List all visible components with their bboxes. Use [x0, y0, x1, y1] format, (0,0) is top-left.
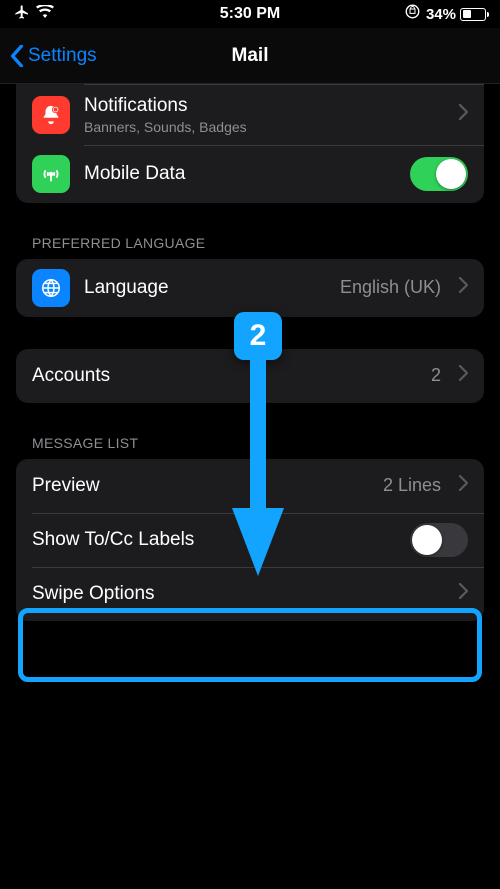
chevron-right-icon	[459, 475, 468, 496]
notifications-sub: Banners, Sounds, Badges	[84, 119, 445, 135]
preferred-language-header: PREFERRED LANGUAGE	[16, 235, 484, 259]
tocc-toggle[interactable]	[410, 523, 468, 557]
battery-icon	[460, 8, 486, 21]
chevron-right-icon	[459, 104, 468, 125]
annotation-badge: 2	[234, 312, 282, 360]
navigation-bar: Settings Mail	[0, 28, 500, 84]
mobile-data-toggle[interactable]	[410, 157, 468, 191]
status-bar: 5:30 PM 34%	[0, 0, 500, 28]
annotation-arrow-icon	[232, 358, 284, 576]
mobile-data-title: Mobile Data	[84, 163, 396, 185]
chevron-right-icon	[459, 583, 468, 604]
preview-title: Preview	[32, 475, 369, 497]
globe-icon	[32, 269, 70, 307]
notifications-title: Notifications	[84, 95, 445, 117]
row-language[interactable]: Language English (UK)	[16, 259, 484, 317]
language-title: Language	[84, 277, 326, 299]
chevron-right-icon	[459, 277, 468, 298]
row-mobile-data[interactable]: Mobile Data	[16, 145, 484, 203]
swipe-title: Swipe Options	[32, 583, 445, 605]
preview-value: 2 Lines	[383, 475, 441, 496]
tocc-title: Show To/Cc Labels	[32, 529, 396, 551]
chevron-right-icon	[459, 365, 468, 386]
row-notifications[interactable]: Notifications Banners, Sounds, Badges	[16, 85, 484, 145]
language-value: English (UK)	[340, 277, 441, 298]
antenna-icon	[32, 155, 70, 193]
accounts-value: 2	[431, 365, 441, 386]
accounts-title: Accounts	[32, 365, 417, 387]
page-title: Mail	[0, 45, 500, 67]
status-time: 5:30 PM	[0, 5, 500, 23]
bell-icon	[32, 96, 70, 134]
